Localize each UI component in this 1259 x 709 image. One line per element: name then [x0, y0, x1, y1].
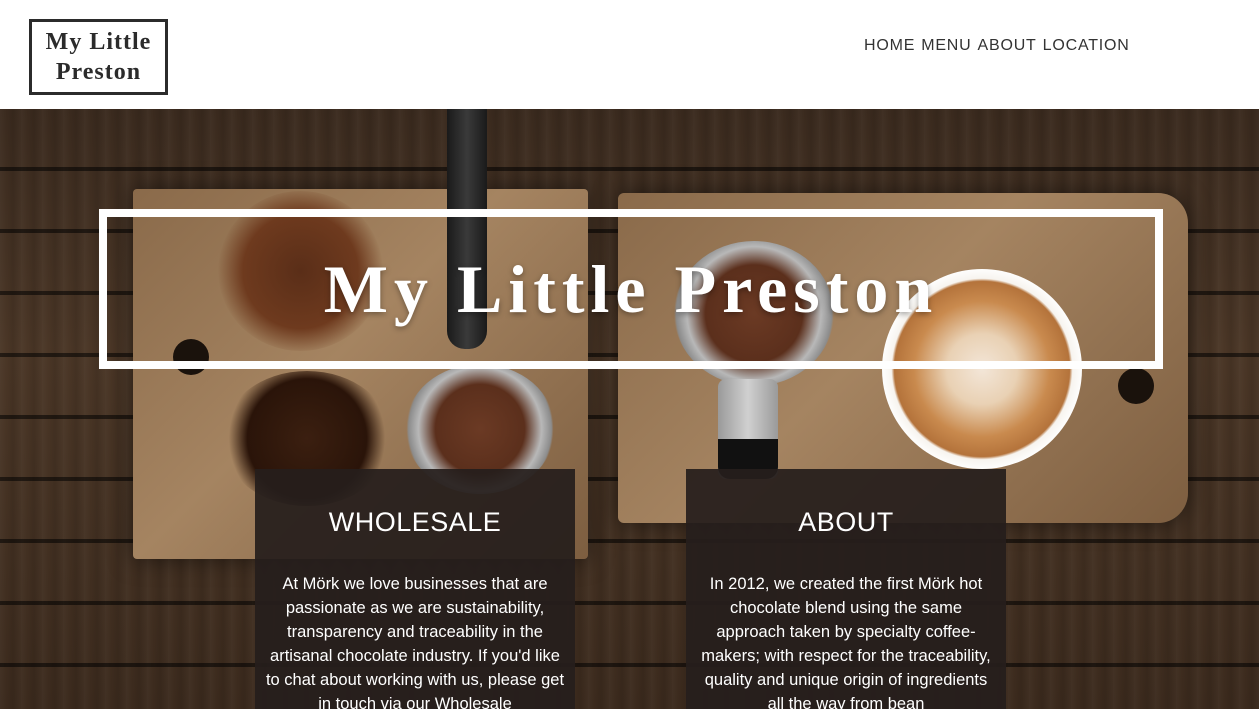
main-nav: HOME MENU ABOUT LOCATION	[864, 37, 1130, 55]
nav-menu-link[interactable]: MENU	[921, 37, 971, 55]
hero-title-frame: My Little Preston	[99, 209, 1163, 369]
nav-home-link[interactable]: HOME	[864, 37, 915, 55]
site-logo[interactable]: My Little Preston	[29, 19, 168, 95]
logo-line-2: Preston	[55, 59, 142, 85]
hero-title: My Little Preston	[323, 250, 939, 327]
wholesale-card-body: At Mörk we love businesses that are pass…	[265, 575, 565, 709]
wholesale-card-title: WHOLESALE	[328, 507, 502, 537]
logo-line-1: My Little	[45, 29, 152, 55]
card-divider	[255, 552, 575, 554]
hero-section: My Little Preston WHOLESALE At Mörk we l…	[0, 109, 1259, 709]
about-card-title: ABOUT	[798, 507, 894, 537]
wholesale-card: WHOLESALE At Mörk we love businesses tha…	[255, 469, 575, 709]
site-header: My Little Preston HOME MENU ABOUT LOCATI…	[0, 0, 1259, 109]
nav-about-link[interactable]: ABOUT	[978, 37, 1037, 55]
card-divider	[686, 552, 1006, 554]
about-card-body: In 2012, we created the first Mörk hot c…	[701, 575, 991, 709]
about-card: ABOUT In 2012, we created the first Mörk…	[686, 469, 1006, 709]
board-hole	[1118, 368, 1154, 404]
nav-location-link[interactable]: LOCATION	[1043, 37, 1130, 55]
